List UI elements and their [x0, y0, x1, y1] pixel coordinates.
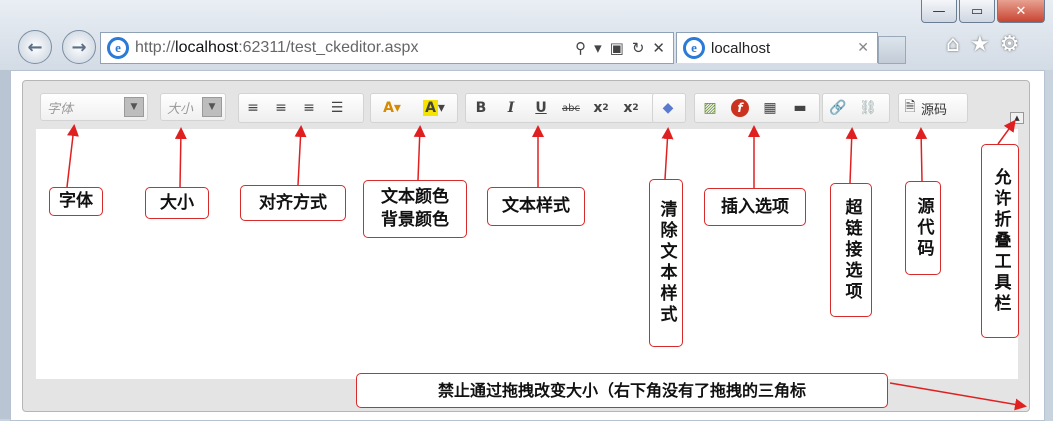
size-combo[interactable]: 大小 ▼ [160, 93, 226, 121]
superscript-icon[interactable]: x2 [616, 94, 646, 122]
dropdown-icon[interactable]: ▾ [594, 39, 602, 57]
text-color-icon[interactable]: A▾ [371, 94, 413, 122]
chevron-down-icon: ▼ [124, 97, 144, 117]
align-center-icon[interactable]: ≡ [267, 94, 295, 122]
annotation-link: 超链接选项 [830, 183, 872, 317]
annotation-text-style: 文本样式 [487, 187, 585, 226]
back-button[interactable]: ← [18, 30, 52, 64]
annotation-color: 文本颜色 背景颜色 [363, 180, 467, 238]
back-arrow-icon: ← [27, 36, 43, 58]
align-justify-icon[interactable]: ☰ [323, 94, 351, 122]
ie-logo-icon: e [107, 37, 129, 59]
annotation-size: 大小 [145, 187, 209, 219]
collapse-toolbar-button[interactable]: ▲ [1010, 112, 1024, 124]
align-right-icon[interactable]: ≡ [295, 94, 323, 122]
subscript-icon[interactable]: x2 [586, 94, 616, 122]
search-icon[interactable]: ⚲ [575, 39, 586, 57]
address-bar[interactable]: e http://localhost:62311/test_ckeditor.a… [100, 32, 674, 64]
italic-icon[interactable]: I [496, 94, 526, 122]
triangle-up-icon: ▲ [1014, 114, 1020, 122]
background-color-icon[interactable]: A ▾ [413, 94, 455, 122]
tab-close-icon[interactable]: ✕ [857, 40, 877, 56]
source-button[interactable]: 源码 [921, 99, 947, 118]
close-window-button[interactable]: ✕ [997, 0, 1045, 23]
annotation-font: 字体 [49, 187, 103, 216]
remove-format-group: ◆ [652, 93, 686, 123]
eraser-icon[interactable]: ◆ [653, 94, 683, 122]
align-group: ≡ ≡ ≡ ☰ [238, 93, 364, 123]
left-edge [0, 70, 10, 419]
tab-title: localhost [711, 39, 771, 57]
compat-view-icon[interactable]: ▣ [610, 39, 624, 57]
annotation-align: 对齐方式 [240, 185, 346, 221]
chevron-down-icon: ▼ [202, 97, 222, 117]
annotation-resize: 禁止通过拖拽改变大小（右下角没有了拖拽的三角标 [356, 373, 888, 408]
link-group: 🔗 ⛓ [822, 93, 890, 123]
link-icon[interactable]: 🔗 [823, 94, 853, 122]
flash-icon[interactable]: f [725, 94, 755, 122]
insert-group: ▨ f ▦ ▬ [694, 93, 820, 123]
minimize-button[interactable]: — [921, 0, 957, 23]
table-icon[interactable]: ▦ [755, 94, 785, 122]
annotation-remove-format: 清除文本样式 [649, 179, 683, 347]
annotation-collapse: 允许折叠工具栏 [981, 144, 1019, 338]
source-document-icon: 🗎 [904, 99, 916, 115]
address-url[interactable]: http://localhost:62311/test_ckeditor.asp… [135, 39, 575, 57]
annotation-source: 源代码 [905, 181, 941, 275]
unlink-icon[interactable]: ⛓ [853, 94, 883, 122]
color-group: A▾ A ▾ [370, 93, 458, 123]
browser-tab[interactable]: e localhost ✕ [676, 32, 878, 63]
maximize-button[interactable]: ▭ [959, 0, 995, 23]
stop-icon[interactable]: ✕ [652, 39, 665, 57]
window-controls: — ▭ ✕ [921, 0, 1045, 23]
forward-button[interactable]: → [62, 30, 96, 64]
refresh-icon[interactable]: ↻ [632, 39, 645, 57]
tab-ie-icon: e [683, 37, 705, 59]
source-group: 🗎 源码 [898, 93, 968, 123]
horizontal-rule-icon[interactable]: ▬ [785, 94, 815, 122]
bold-icon[interactable]: B [466, 94, 496, 122]
font-combo[interactable]: 字体 ▼ [40, 93, 148, 121]
strikethrough-icon[interactable]: abc [556, 94, 586, 122]
new-tab-button[interactable] [878, 36, 906, 64]
align-left-icon[interactable]: ≡ [239, 94, 267, 122]
underline-icon[interactable]: U [526, 94, 556, 122]
forward-arrow-icon: → [71, 36, 87, 58]
favorites-star-icon[interactable]: ★ [970, 32, 990, 57]
text-style-group: B I U abc x2 x2 [465, 93, 655, 123]
home-icon[interactable]: ⌂ [946, 32, 960, 57]
settings-gear-icon[interactable]: ⚙ [1000, 32, 1020, 57]
image-icon[interactable]: ▨ [695, 94, 725, 122]
annotation-insert: 插入选项 [704, 188, 806, 226]
